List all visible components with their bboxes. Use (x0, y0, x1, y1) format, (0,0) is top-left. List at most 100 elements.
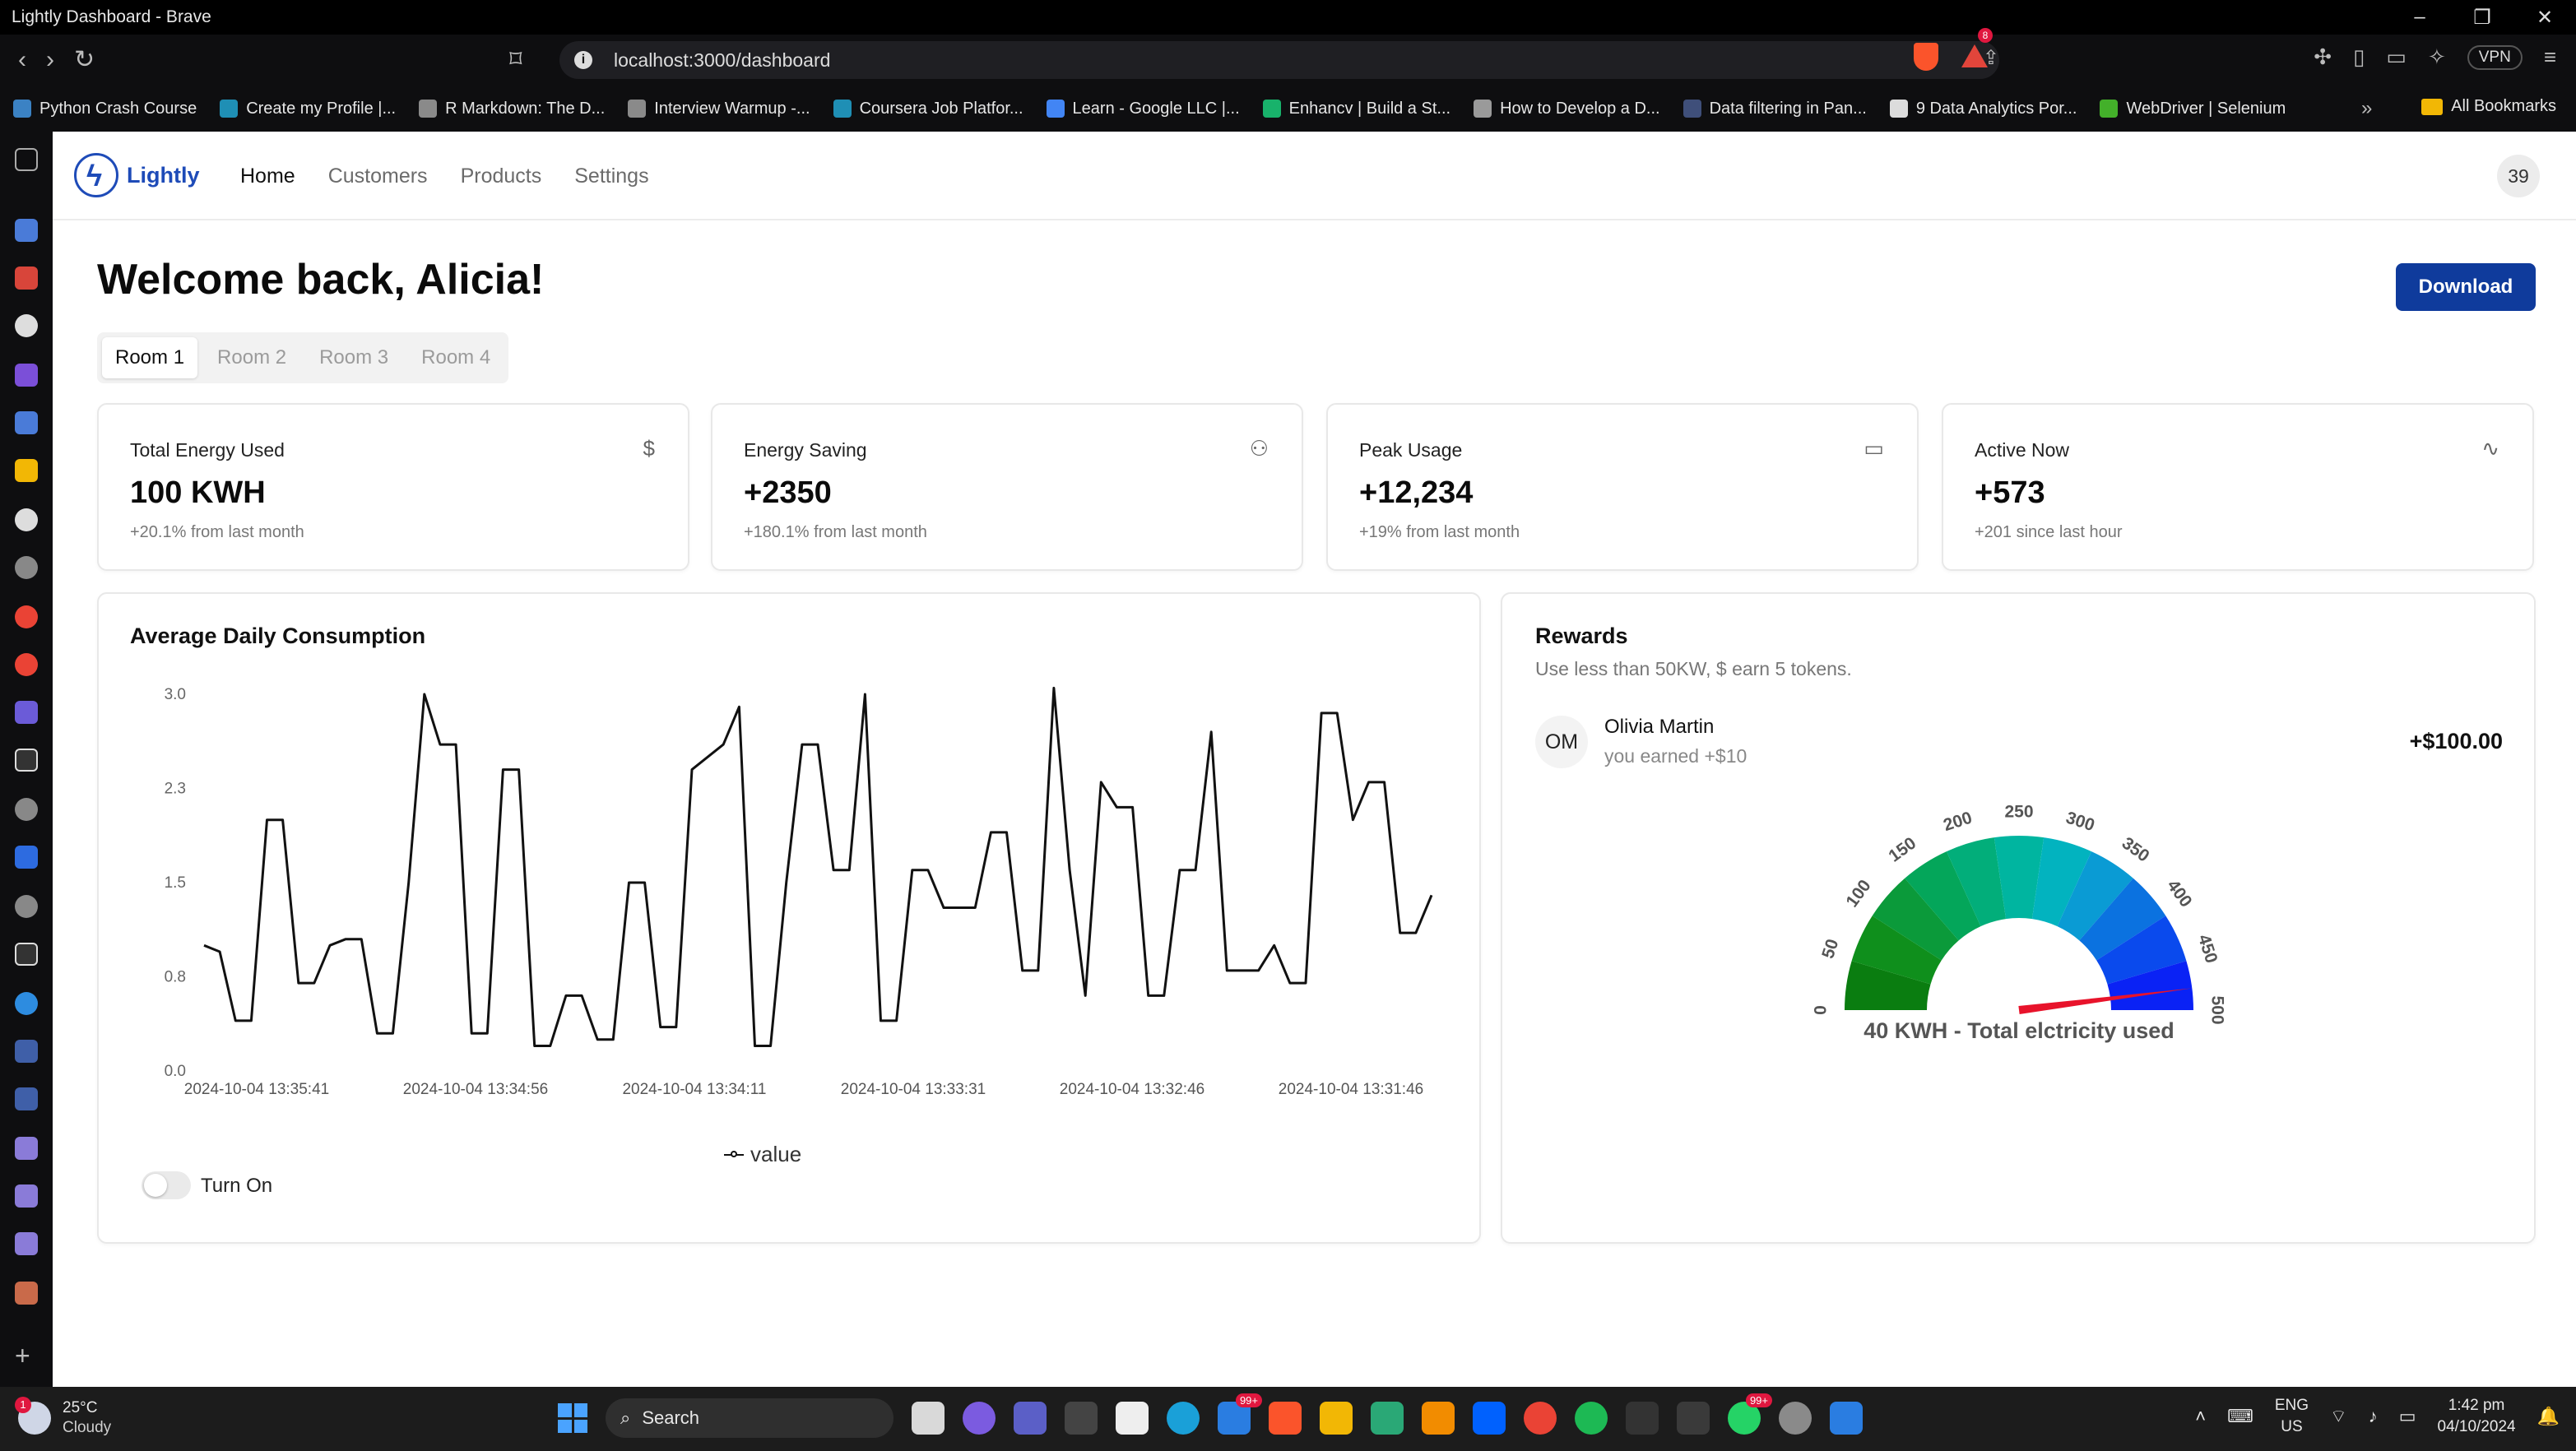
notifications-icon[interactable]: 🔔 (2537, 1406, 2560, 1427)
app-image-icon[interactable] (15, 1282, 38, 1305)
site-info-icon[interactable]: i (574, 51, 592, 69)
nav-home[interactable]: Home (240, 165, 295, 188)
file-explorer-icon[interactable] (1320, 1402, 1353, 1435)
whatsapp-icon[interactable]: 99+ (1728, 1393, 1772, 1435)
app-purple-icon-2[interactable] (15, 1184, 38, 1208)
wifi-icon[interactable]: ⌔ (2330, 1405, 2347, 1428)
minimize-icon[interactable]: – (2388, 6, 2451, 30)
nav-settings[interactable]: Settings (574, 165, 648, 188)
download-button[interactable]: Download (2396, 263, 2536, 311)
app-blue-icon-2[interactable] (15, 1087, 38, 1110)
chrome-icon[interactable] (1524, 1402, 1557, 1435)
close-icon[interactable]: ✕ (2513, 6, 2576, 30)
docs-icon[interactable] (15, 411, 38, 434)
coursera-icon[interactable] (15, 992, 38, 1015)
tab-room-3[interactable]: Room 3 (306, 337, 401, 378)
app-g-icon[interactable] (1065, 1402, 1098, 1435)
vlc-icon[interactable] (1422, 1402, 1455, 1435)
brave-rewards-icon[interactable]: 8 (1961, 28, 1993, 67)
mail-icon[interactable]: 99+ (1218, 1393, 1262, 1435)
app-blue-icon[interactable] (15, 1040, 38, 1063)
wallet-icon[interactable]: ▭ (2386, 44, 2407, 70)
bookmark-item[interactable]: 9 Data Analytics Por... (1889, 100, 2077, 118)
bookmark-item[interactable]: Interview Warmup -... (628, 100, 810, 118)
notion-icon[interactable] (1116, 1402, 1149, 1435)
turn-on-toggle[interactable] (142, 1171, 191, 1199)
leo-ai-icon[interactable]: ✧ (2428, 44, 2446, 70)
back-icon[interactable]: ‹ (18, 48, 26, 72)
chat-icon[interactable] (15, 701, 38, 724)
weather-widget[interactable]: 1 25°C Cloudy (15, 1397, 111, 1438)
nav-customers[interactable]: Customers (328, 165, 428, 188)
bookmark-item[interactable]: WebDriver | Selenium (2100, 100, 2286, 118)
windows-start-icon[interactable] (558, 1403, 587, 1433)
taskbar-search[interactable]: ⌕ Search (606, 1398, 893, 1438)
copilot-icon[interactable] (963, 1402, 996, 1435)
keyboard-icon[interactable]: ⌨ (2227, 1406, 2253, 1427)
bookmark-favicon-icon (1474, 100, 1492, 118)
bookmark-item[interactable]: Learn - Google LLC |... (1046, 100, 1240, 118)
restore-icon[interactable]: ❐ (2451, 6, 2513, 30)
more-bookmarks-icon[interactable]: » (2361, 97, 2372, 120)
github-icon[interactable] (15, 314, 38, 337)
globe-icon-3[interactable] (15, 895, 38, 918)
app-green-icon[interactable] (1371, 1402, 1404, 1435)
brave-shields-icon[interactable] (1914, 43, 1938, 71)
bookmark-icon[interactable]: ⌑ (509, 48, 522, 72)
app-dark-icon[interactable] (15, 749, 38, 772)
google-icon-2[interactable] (15, 653, 38, 676)
bookmark-item[interactable]: R Markdown: The D... (419, 100, 605, 118)
nav-products[interactable]: Products (461, 165, 542, 188)
tab-room-2[interactable]: Room 2 (204, 337, 299, 378)
series-line-value[interactable] (203, 686, 1433, 1047)
bookmark-item[interactable]: Enhancv | Build a St... (1262, 100, 1450, 118)
volume-icon[interactable]: ♪ (2369, 1406, 2378, 1427)
reload-icon[interactable]: ↻ (74, 48, 95, 72)
add-panel-icon[interactable]: + (15, 1341, 30, 1371)
app-h-icon[interactable] (15, 364, 38, 387)
dollar-icon: $ (643, 436, 655, 461)
settings-gear-icon[interactable] (1779, 1402, 1812, 1435)
extensions-icon[interactable]: ✣ (2314, 44, 2332, 70)
address-bar[interactable]: i localhost:3000/dashboard ⇪ (559, 41, 1999, 79)
teams-icon[interactable] (1014, 1402, 1047, 1435)
gmail-icon[interactable] (15, 267, 38, 290)
app-purple-icon[interactable] (15, 1137, 38, 1160)
bookmark-item[interactable]: Python Crash Course (13, 100, 197, 118)
app-bolt-icon[interactable] (1626, 1402, 1659, 1435)
vpn-button[interactable]: VPN (2467, 44, 2523, 70)
wikipedia-icon[interactable] (15, 846, 38, 869)
menu-icon[interactable]: ≡ (2544, 44, 2556, 70)
language-indicator[interactable]: ENG US (2275, 1395, 2309, 1438)
dropbox-icon[interactable] (1473, 1402, 1506, 1435)
bookmark-item[interactable]: How to Develop a D... (1474, 100, 1660, 118)
app-chart-icon[interactable] (1830, 1402, 1863, 1435)
taskbar-clock[interactable]: 1:42 pm 04/10/2024 (2438, 1395, 2516, 1438)
app-dark-icon-2[interactable] (15, 943, 38, 966)
all-bookmarks-button[interactable]: All Bookmarks (2421, 97, 2556, 116)
bookmark-item[interactable]: Coursera Job Platfor... (833, 100, 1023, 118)
task-view-icon[interactable] (912, 1402, 945, 1435)
globe-icon-2[interactable] (15, 798, 38, 821)
forward-icon[interactable]: › (46, 48, 54, 72)
brave-taskbar-icon[interactable] (1269, 1402, 1302, 1435)
google-icon[interactable] (15, 605, 38, 628)
chart-legend[interactable]: value (724, 1142, 801, 1167)
edge-icon[interactable] (1167, 1402, 1200, 1435)
reading-list-icon[interactable] (15, 219, 38, 242)
bookmark-item[interactable]: Data filtering in Pan... (1683, 100, 1867, 118)
tab-room-4[interactable]: Room 4 (408, 337, 504, 378)
battery-icon[interactable]: ▭ (2399, 1406, 2416, 1427)
sidebar-toggle-icon[interactable]: ▯ (2353, 44, 2365, 70)
terminal-icon[interactable] (1677, 1402, 1710, 1435)
user-avatar[interactable]: 39 (2497, 155, 2540, 197)
sidebar-panel-icon[interactable] (15, 148, 38, 171)
tray-chevron-up-icon[interactable]: ˄ (2195, 1406, 2206, 1427)
globe-icon[interactable] (15, 556, 38, 579)
github-icon-2[interactable] (15, 508, 38, 531)
app-yellow-icon[interactable] (15, 459, 38, 482)
spotify-icon[interactable] (1575, 1402, 1608, 1435)
tab-room-1[interactable]: Room 1 (102, 337, 198, 378)
app-purple-icon-3[interactable] (15, 1232, 38, 1255)
bookmark-item[interactable]: Create my Profile |... (220, 100, 396, 118)
